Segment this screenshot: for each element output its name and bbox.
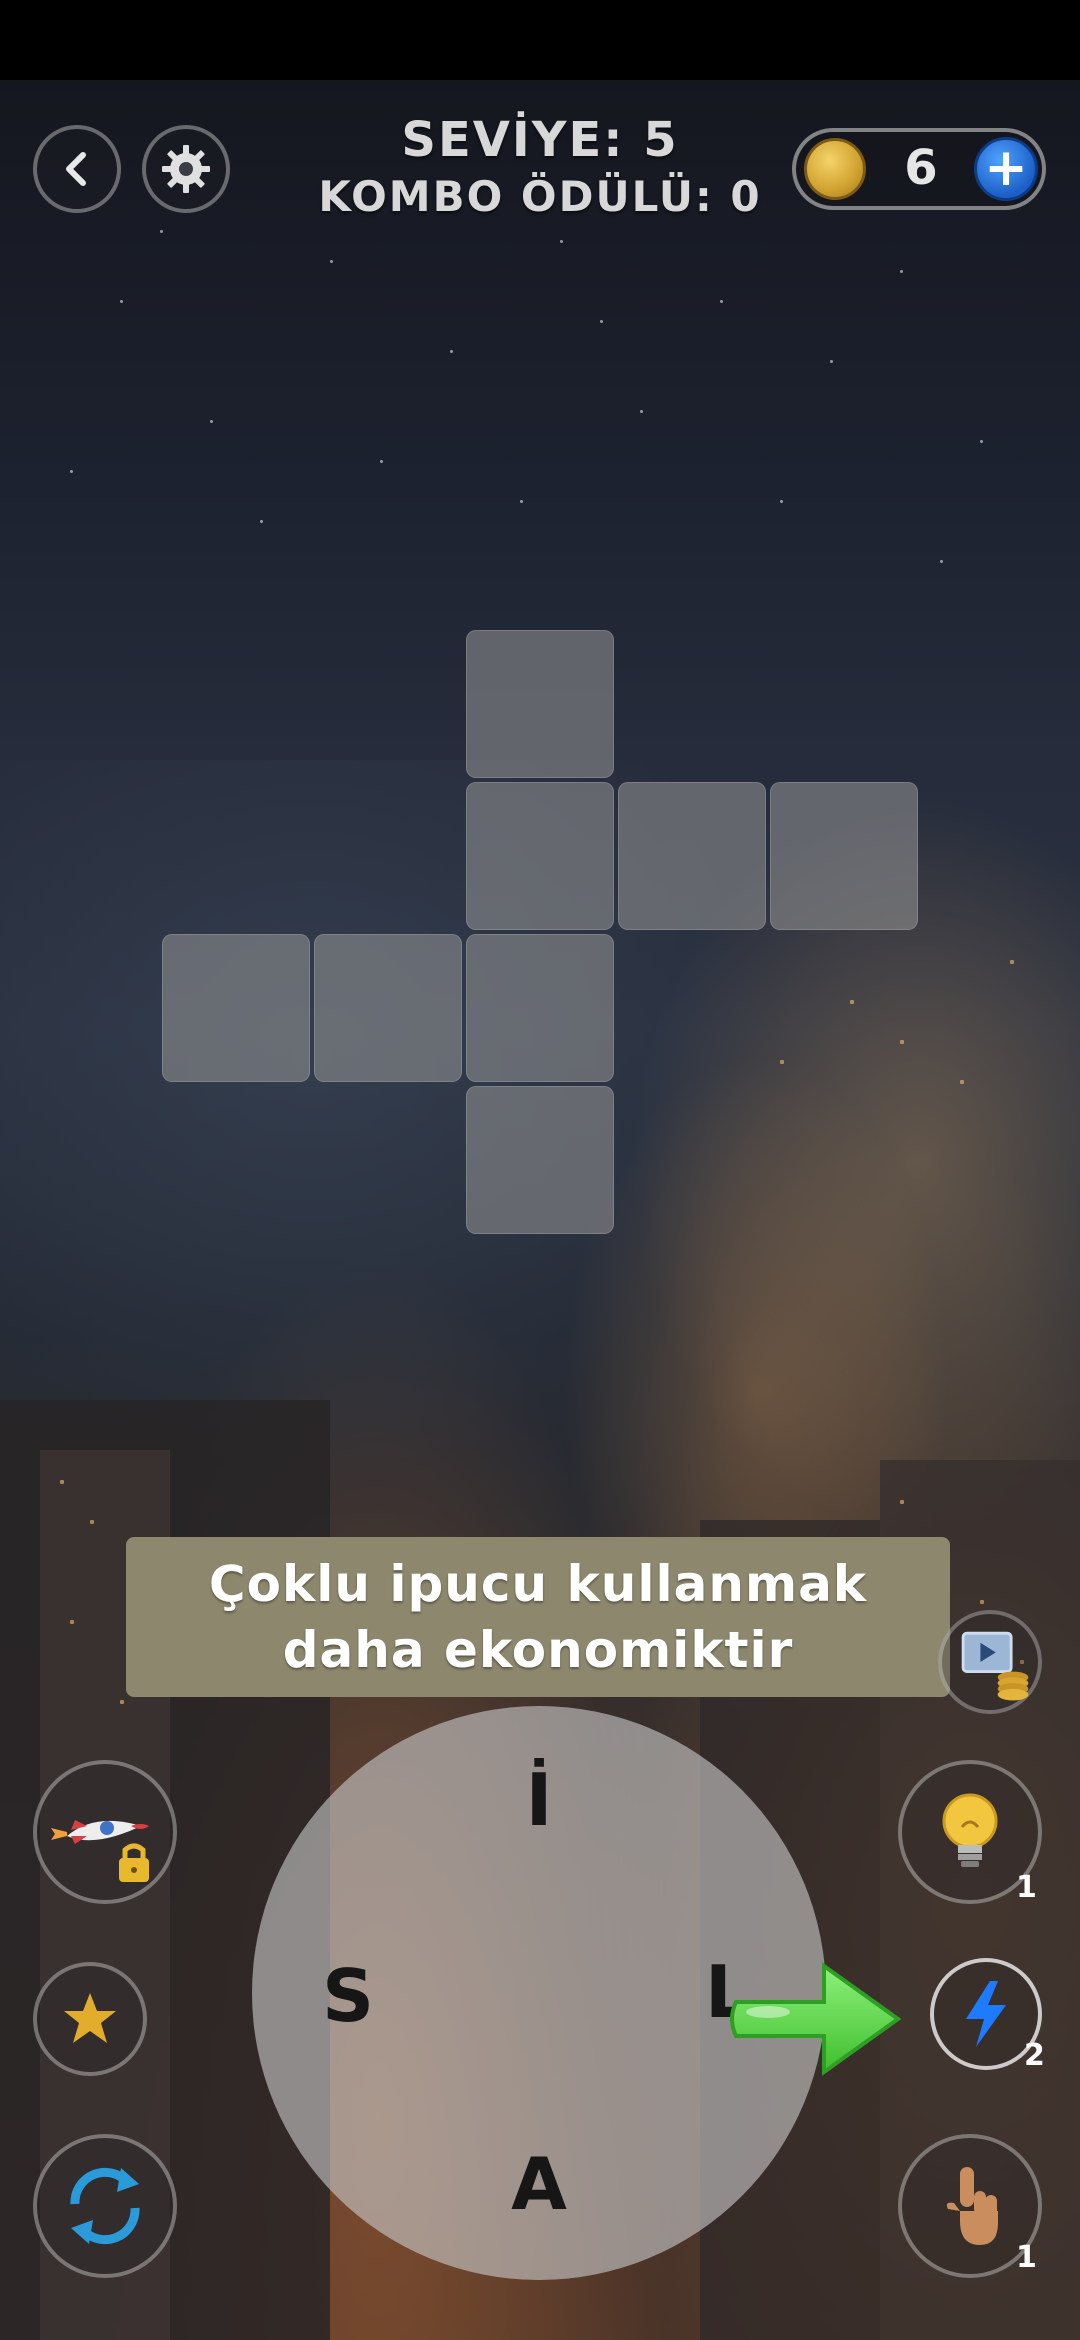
grid-cell xyxy=(466,782,614,930)
coin-balance: 6 + xyxy=(792,128,1046,210)
grid-cell xyxy=(314,934,462,1082)
lightning-icon xyxy=(966,1981,1006,2047)
video-coins-button[interactable] xyxy=(938,1610,1042,1714)
star-icon xyxy=(64,1993,116,2043)
grid-cell xyxy=(466,630,614,778)
add-coins-button[interactable]: + xyxy=(974,137,1038,201)
shuffle-button[interactable] xyxy=(33,2134,177,2278)
grid-cell xyxy=(162,934,310,1082)
wheel-letter[interactable]: S xyxy=(298,1946,398,2046)
pointing-finger-icon xyxy=(946,2167,998,2245)
rocket-lock-icon xyxy=(51,1820,149,1882)
grid-cell xyxy=(618,782,766,930)
shuffle-icon xyxy=(70,2167,140,2245)
tip-line-1: Çoklu ipucu kullanmak xyxy=(208,1555,868,1613)
rocket-button-locked[interactable] xyxy=(33,1760,177,1904)
star-button[interactable] xyxy=(33,1962,147,2076)
tutorial-arrow-icon xyxy=(730,1962,902,2076)
coin-icon xyxy=(804,138,866,200)
lightbulb-icon xyxy=(942,1793,998,1867)
combo-reward-label: KOMBO ÖDÜLÜ: 0 xyxy=(318,172,762,221)
video-coin-icon xyxy=(961,1631,1029,1701)
wheel-letter[interactable]: A xyxy=(489,2134,589,2234)
status-bar xyxy=(0,0,1080,80)
grid-cell xyxy=(466,1086,614,1234)
finger-count-badge: 1 xyxy=(1016,2240,1037,2275)
tip-banner: Çoklu ipucu kullanmak daha ekonomiktir xyxy=(126,1537,950,1697)
lightning-count-badge: 2 xyxy=(1024,2038,1045,2073)
wheel-letter[interactable]: İ xyxy=(489,1750,589,1850)
coin-count: 6 xyxy=(904,140,938,196)
tip-line-2: daha ekonomiktir xyxy=(282,1621,794,1679)
grid-cell xyxy=(466,934,614,1082)
gear-icon xyxy=(162,145,210,193)
plus-icon: + xyxy=(984,138,1028,198)
hint-count-badge: 1 xyxy=(1016,1870,1037,1905)
level-label: SEVİYE: 5 xyxy=(401,112,679,168)
settings-button[interactable] xyxy=(142,125,230,213)
back-arrow-icon xyxy=(66,152,86,186)
back-button[interactable] xyxy=(33,125,121,213)
grid-cell xyxy=(770,782,918,930)
